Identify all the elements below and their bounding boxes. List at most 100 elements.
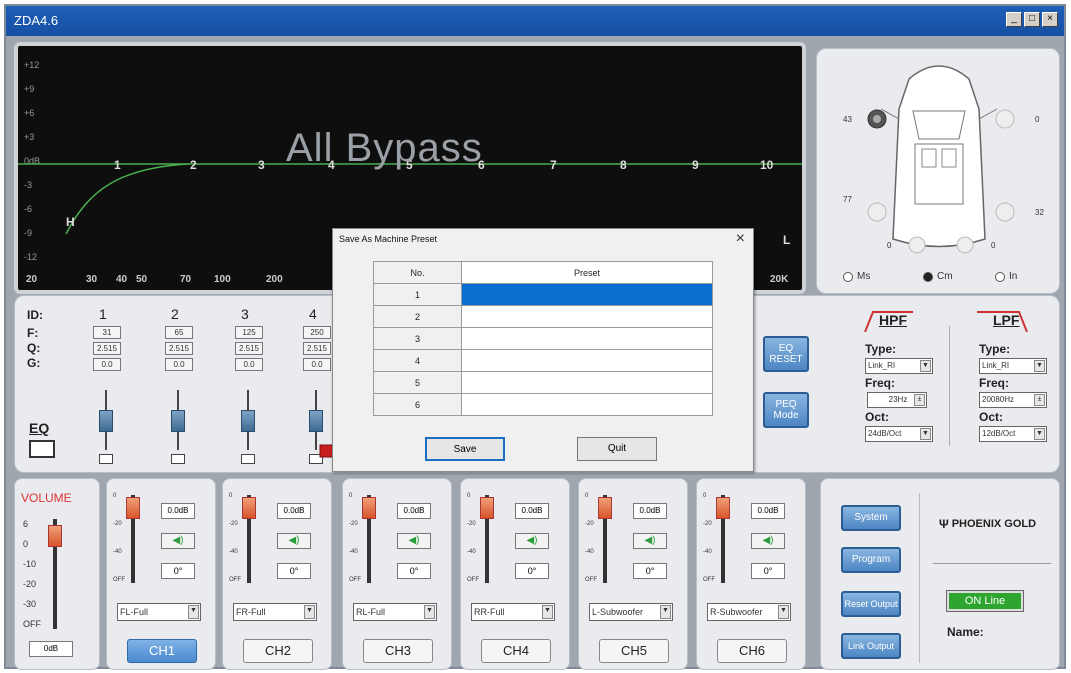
channel-phase-button[interactable]: 0° [751, 563, 785, 579]
channel-gain-knob[interactable] [598, 497, 612, 519]
preset-cell[interactable] [461, 327, 713, 350]
speaker-mute-icon[interactable]: ◀) [633, 533, 667, 549]
sub-left-speaker-icon[interactable] [908, 236, 926, 254]
channel-output-select[interactable]: FR-Full ▼ [233, 603, 317, 621]
hpf-type-select[interactable]: Link_RI ▼ [865, 358, 933, 374]
rl-speaker-icon[interactable] [867, 202, 887, 222]
channel-gain-knob[interactable] [480, 497, 494, 519]
band-q-input[interactable]: 2.515 [93, 342, 121, 355]
maximize-button[interactable]: □ [1024, 12, 1040, 27]
channel-output-select[interactable]: R-Subwoofer ▼ [707, 603, 791, 621]
close-button[interactable]: × [1042, 12, 1058, 27]
channel-gain-knob[interactable] [362, 497, 376, 519]
channel-output-select[interactable]: L-Subwoofer ▼ [589, 603, 673, 621]
table-row[interactable]: 1 [373, 283, 713, 306]
channel-gain-knob[interactable] [242, 497, 256, 519]
table-row[interactable]: 3 [373, 327, 713, 350]
band-freq-input[interactable]: 250 [303, 326, 331, 339]
table-row[interactable]: 4 [373, 349, 713, 372]
eq-band-marker: 10 [760, 158, 774, 172]
radio-dot [995, 271, 1005, 282]
unit-ms-radio[interactable]: Ms [843, 271, 870, 282]
lpf-marker[interactable]: L [783, 233, 790, 247]
preset-cell[interactable] [461, 393, 713, 416]
hpf-freq-spinner[interactable]: 23Hz ± [867, 392, 927, 408]
band-q-input[interactable]: 2.515 [303, 342, 331, 355]
lpf-freq-spinner[interactable]: 20080Hz ± [979, 392, 1047, 408]
table-row[interactable]: 2 [373, 305, 713, 328]
speaker-mute-icon[interactable]: ◀) [161, 533, 195, 549]
channel-select-button[interactable]: CH2 [243, 639, 313, 663]
speaker-mute-icon[interactable]: ◀) [277, 533, 311, 549]
channel-output-select[interactable]: FL-Full ▼ [117, 603, 201, 621]
hpf-marker[interactable]: H [66, 215, 75, 229]
table-row[interactable]: 5 [373, 371, 713, 394]
preset-cell[interactable] [461, 283, 713, 306]
channel-select-button[interactable]: CH6 [717, 639, 787, 663]
dialog-close-icon[interactable]: × [736, 230, 745, 248]
band-gain-slider[interactable] [171, 410, 185, 432]
unit-cm-radio[interactable]: Cm [923, 271, 953, 282]
channel-output-value: FL-Full [120, 607, 149, 617]
link-output-button[interactable]: Link Output [841, 633, 901, 659]
band-gain-slider[interactable] [99, 410, 113, 432]
channel-gain-knob[interactable] [716, 497, 730, 519]
preset-cell[interactable] [461, 305, 713, 328]
channel-output-value: R-Subwoofer [710, 607, 763, 617]
system-button[interactable]: System [841, 505, 901, 531]
channel-scale-label: -40 [467, 549, 476, 555]
speaker-mute-icon[interactable]: ◀) [515, 533, 549, 549]
reset-output-button[interactable]: Reset Output [841, 591, 901, 617]
channel-phase-button[interactable]: 0° [515, 563, 549, 579]
band-freq-input[interactable]: 31 [93, 326, 121, 339]
channel-select-button[interactable]: CH1 [127, 639, 197, 663]
channel-phase-button[interactable]: 0° [633, 563, 667, 579]
band-gain-slider[interactable] [309, 410, 323, 432]
unit-in-radio[interactable]: In [995, 271, 1017, 282]
band-freq-input[interactable]: 125 [235, 326, 263, 339]
band-gain-input[interactable]: 0.0 [303, 358, 331, 371]
band-q-input[interactable]: 2.515 [235, 342, 263, 355]
channel-phase-button[interactable]: 0° [277, 563, 311, 579]
peq-mode-button[interactable]: PEQ Mode [763, 392, 809, 428]
channel-gain-knob[interactable] [126, 497, 140, 519]
save-button[interactable]: Save [425, 437, 505, 461]
channel-select-button[interactable]: CH4 [481, 639, 551, 663]
band-enable-checkbox[interactable] [171, 454, 185, 464]
quit-button[interactable]: Quit [577, 437, 657, 461]
preset-cell[interactable] [461, 349, 713, 372]
band-enable-checkbox[interactable] [99, 454, 113, 464]
channel-phase-button[interactable]: 0° [161, 563, 195, 579]
band-freq-input[interactable]: 65 [165, 326, 193, 339]
speaker-mute-icon[interactable]: ◀) [397, 533, 431, 549]
channel-phase-button[interactable]: 0° [397, 563, 431, 579]
eq-toggle[interactable] [29, 440, 55, 458]
lpf-type-label: Type: [979, 342, 1011, 356]
band-q-input[interactable]: 2.515 [165, 342, 193, 355]
band-enable-checkbox[interactable] [241, 454, 255, 464]
program-button[interactable]: Program [841, 547, 901, 573]
sub-right-speaker-icon[interactable] [956, 236, 974, 254]
band-gain-input[interactable]: 0.0 [235, 358, 263, 371]
table-row[interactable]: 6 [373, 393, 713, 416]
eq-band-marker: 2 [190, 158, 197, 172]
lpf-type-select[interactable]: Link_RI ▼ [979, 358, 1047, 374]
volume-knob[interactable] [48, 525, 62, 547]
rr-speaker-icon[interactable] [995, 202, 1015, 222]
channel-select-button[interactable]: CH5 [599, 639, 669, 663]
channel-output-select[interactable]: RL-Full ▼ [353, 603, 437, 621]
channel-output-select[interactable]: RR-Full ▼ [471, 603, 555, 621]
fr-speaker-icon[interactable] [995, 109, 1015, 129]
side-divider [919, 493, 920, 663]
band-gain-input[interactable]: 0.0 [165, 358, 193, 371]
channel-select-button[interactable]: CH3 [363, 639, 433, 663]
hpf-oct-select[interactable]: 24dB/Oct ▼ [865, 426, 933, 442]
minimize-button[interactable]: _ [1006, 12, 1022, 27]
band-gain-input[interactable]: 0.0 [93, 358, 121, 371]
eq-reset-button[interactable]: EQ RESET [763, 336, 809, 372]
speaker-mute-icon[interactable]: ◀) [751, 533, 785, 549]
lpf-oct-select[interactable]: 12dB/Oct ▼ [979, 426, 1047, 442]
channel-scale-label: -20 [229, 521, 238, 527]
preset-cell[interactable] [461, 371, 713, 394]
band-gain-slider[interactable] [241, 410, 255, 432]
